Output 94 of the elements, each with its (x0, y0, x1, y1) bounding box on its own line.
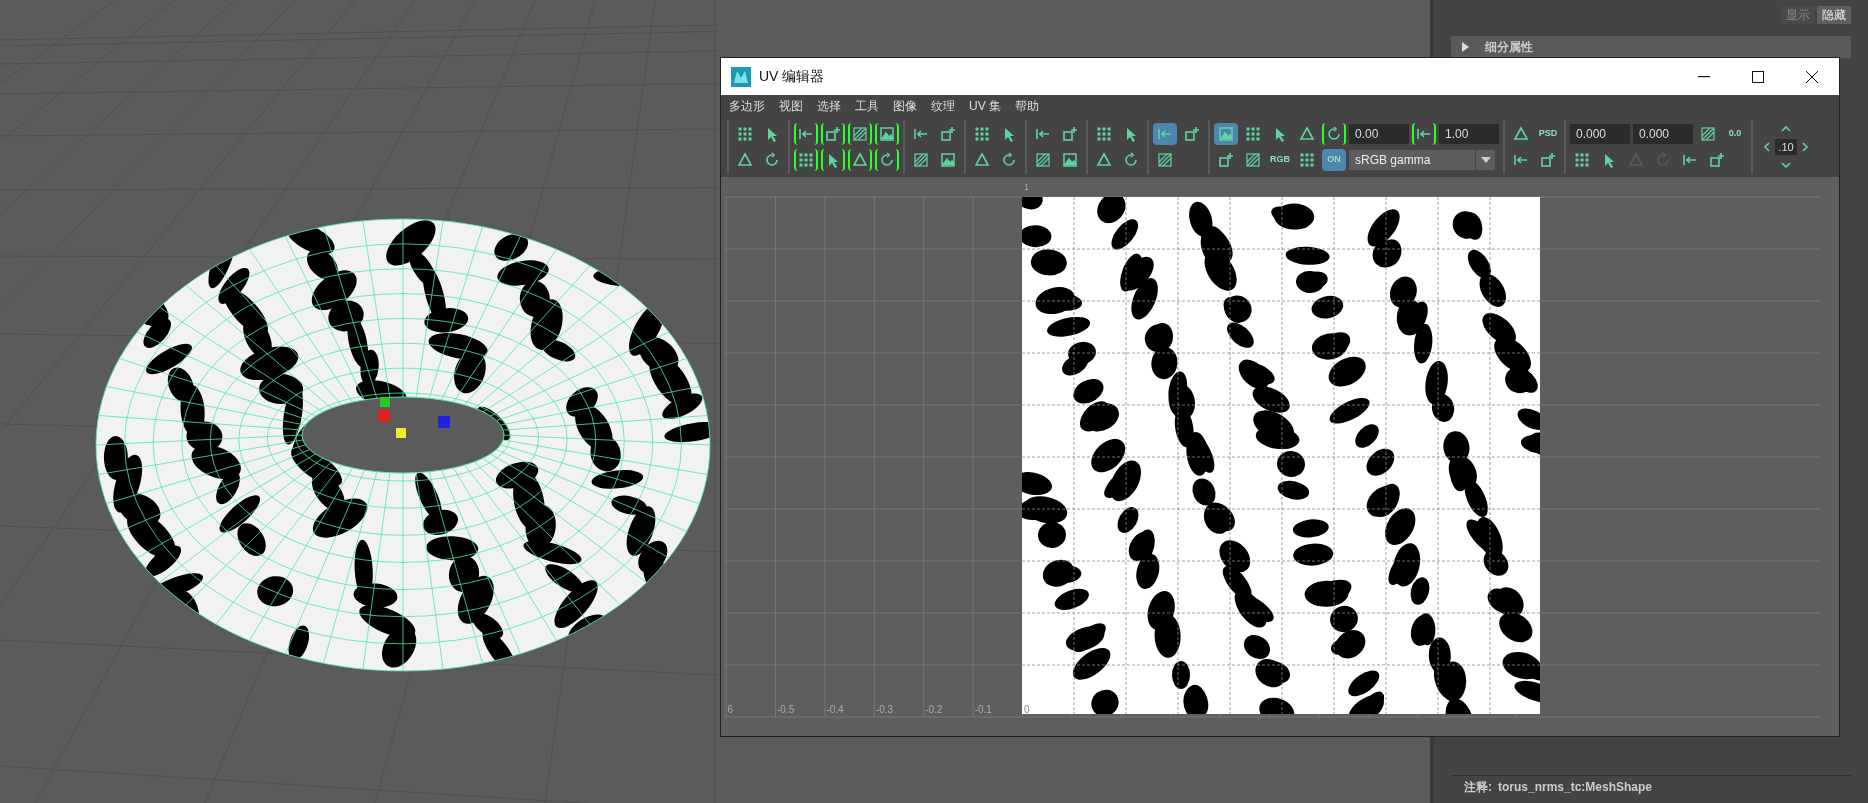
menu-item[interactable]: 视图 (779, 97, 803, 115)
hatched-square-icon (1245, 152, 1261, 168)
circular-arrow-icon (1326, 126, 1342, 142)
mountain-picture-icon (940, 152, 956, 168)
chevron-down-icon[interactable] (1781, 161, 1791, 169)
menu-item[interactable]: 选择 (817, 97, 841, 115)
window-title: UV 编辑器 (759, 67, 825, 86)
dot-grid-icon (798, 152, 814, 168)
axis-label: -0.3 (875, 703, 894, 717)
tool-button[interactable] (821, 149, 845, 171)
tool-button[interactable]: 0.0 (1723, 123, 1747, 145)
dot-grid-icon (737, 126, 753, 142)
arrow-bar-icon (1416, 126, 1432, 142)
mountain-picture-icon (879, 126, 895, 142)
tool-button[interactable] (875, 123, 899, 145)
axis-label: 1 (1024, 181, 1029, 194)
number-field[interactable]: 0.00 (1349, 124, 1409, 144)
maximize-icon (1752, 70, 1764, 83)
close-icon (1806, 70, 1818, 83)
triangle-icon (737, 152, 753, 168)
square-plus-icon (940, 126, 956, 142)
tool-button[interactable] (794, 149, 818, 171)
axis-label: 6 (727, 703, 734, 717)
axis-label: -0.4 (826, 703, 844, 717)
circular-arrow-icon (879, 152, 895, 168)
section-header[interactable]: 细分属性 (1451, 36, 1851, 58)
triangle-icon (1461, 42, 1469, 52)
dot-grid-icon (1245, 126, 1261, 142)
circular-arrow-icon (1123, 152, 1139, 168)
tool-button[interactable]: RGB (1268, 149, 1292, 171)
square-plus-icon (825, 126, 841, 142)
circular-arrow-icon (1001, 152, 1017, 168)
number-field[interactable]: 0.000 (1570, 124, 1630, 144)
axis-label: 0 (1024, 703, 1030, 717)
square-plus-icon (1218, 152, 1234, 168)
tool-button[interactable] (1153, 123, 1177, 145)
circular-arrow-icon (764, 152, 780, 168)
menu-item[interactable]: 图像 (893, 97, 917, 115)
arrow-bar-icon (798, 126, 814, 142)
mountain-picture-icon (1218, 126, 1234, 142)
arrow-bar-icon (1682, 152, 1698, 168)
triangle-icon (974, 152, 990, 168)
arrow-bar-icon (1157, 126, 1173, 142)
arrow-bar-icon (1035, 126, 1051, 142)
caret-icon (1480, 157, 1491, 163)
mountain-picture-icon (1062, 152, 1078, 168)
chevron-right-icon[interactable] (1801, 142, 1810, 152)
tool-button[interactable] (794, 123, 818, 145)
dot-grid-icon (974, 126, 990, 142)
arrow-bar-icon (1513, 152, 1529, 168)
hatched-square-icon (913, 152, 929, 168)
dot-grid-icon (1299, 152, 1315, 168)
hatched-square-icon (1157, 152, 1173, 168)
color-space-dropdown[interactable]: sRGB gamma (1349, 150, 1495, 170)
tool-button[interactable] (821, 123, 845, 145)
menu-item[interactable]: 纹理 (931, 97, 955, 115)
triangle-icon (1299, 126, 1315, 142)
tool-button[interactable]: PSD (1536, 123, 1560, 145)
number-field[interactable]: 0.000 (1633, 124, 1693, 144)
panel-toggle-button[interactable]: 隐藏 (1817, 6, 1851, 24)
app-logo-icon (731, 66, 751, 87)
triangle-icon (852, 152, 868, 168)
arrow-bar-icon (913, 126, 929, 142)
tool-button[interactable] (848, 123, 872, 145)
hatched-square-icon (1035, 152, 1051, 168)
tool-button[interactable] (1214, 123, 1238, 145)
hatched-square-icon (1700, 126, 1716, 142)
dot-grid-icon (1574, 152, 1590, 168)
tool-button[interactable] (1412, 123, 1436, 145)
tool-button[interactable] (875, 149, 899, 171)
square-plus-icon (1709, 152, 1725, 168)
menu-item[interactable]: 帮助 (1015, 97, 1039, 115)
tool-button[interactable] (848, 149, 872, 171)
number-field[interactable]: 1.00 (1439, 124, 1499, 144)
tool-button[interactable] (1322, 123, 1346, 145)
triangle-icon (1096, 152, 1112, 168)
chevron-left-icon[interactable] (1762, 142, 1771, 152)
menu-item[interactable]: 工具 (855, 97, 879, 115)
square-plus-icon (1184, 126, 1200, 142)
square-plus-icon (1062, 126, 1078, 142)
axis-label: -0.1 (974, 703, 992, 717)
note-label: 注释: (1464, 778, 1492, 796)
menu-item[interactable]: UV 集 (969, 97, 1001, 115)
dot-grid-icon (1096, 126, 1112, 142)
chevron-up-icon[interactable] (1781, 125, 1791, 133)
note-value: torus_nrms_tc:MeshShape (1498, 778, 1653, 796)
step-field[interactable]: .10 (1775, 139, 1797, 155)
hatched-square-icon (852, 126, 868, 142)
square-plus-icon (1540, 152, 1556, 168)
triangle-icon (1513, 126, 1529, 142)
menu-item[interactable]: 多边形 (729, 97, 765, 115)
axis-label: -0.5 (777, 703, 795, 717)
axis-label: -0.2 (925, 703, 943, 717)
minimize-icon (1698, 75, 1710, 78)
